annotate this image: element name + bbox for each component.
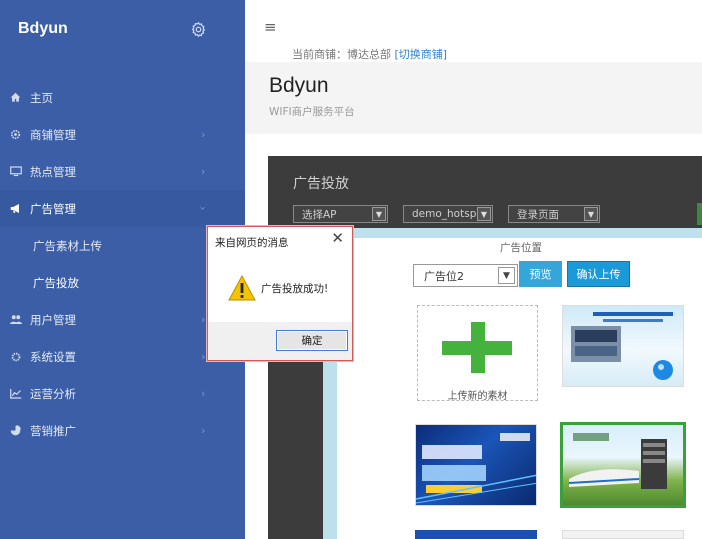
sidebar-item-label: 热点管理 (30, 164, 76, 179)
current-shop-label: 当前商铺：博达总部 (292, 48, 391, 61)
switch-shop-link[interactable]: [切换商铺] (395, 48, 448, 61)
page-header: Bdyun WIFI商户服务平台 (245, 62, 702, 134)
action-button-edge[interactable] (697, 203, 702, 225)
hamburger-menu-icon[interactable]: ≡ (264, 20, 277, 35)
dialog-message: 广告投放成功! (261, 283, 329, 295)
ad-position-select-value: 广告位2 (424, 269, 464, 283)
chevron-down-icon: ▼ (584, 207, 598, 221)
ad-position-select[interactable]: 广告位2 ▼ (413, 264, 518, 287)
ad-material-thumbnail[interactable] (415, 424, 537, 506)
ap-select[interactable]: 选择AP ▼ (293, 205, 388, 223)
sidebar-item-shop-management[interactable]: 商铺管理 › (0, 116, 245, 153)
confirm-upload-button[interactable]: 确认上传 (567, 261, 630, 287)
login-page-select[interactable]: 登录页面 ▼ (508, 205, 600, 223)
monitor-icon (9, 165, 22, 178)
chevron-right-icon: › (201, 128, 206, 141)
ap-select-value: 选择AP (302, 208, 337, 221)
chevron-down-icon: › (196, 206, 210, 211)
sidebar-item-label: 营销推广 (30, 423, 76, 438)
ad-position-label: 广告位置 (500, 242, 542, 254)
sidebar-subitem-label: 广告投放 (33, 275, 79, 290)
sidebar-subitem-label: 广告素材上传 (33, 238, 102, 253)
chevron-down-icon: ▼ (477, 207, 491, 221)
dialog-footer: 确定 (208, 322, 352, 360)
ad-material-thumbnail-selected[interactable] (560, 422, 686, 508)
sidebar-item-label: 广告管理 (30, 201, 76, 216)
gear-icon (9, 350, 22, 363)
chevron-right-icon: › (201, 424, 206, 437)
upload-new-material-label: 上传新的素材 (447, 391, 508, 401)
chevron-right-icon: › (201, 350, 206, 363)
home-icon (9, 91, 22, 104)
sidebar-item-ad-management[interactable]: 广告管理 › (0, 190, 245, 227)
settings-gear-icon[interactable] (190, 21, 207, 38)
sidebar-item-label: 用户管理 (30, 312, 76, 327)
preview-button[interactable]: 预览 (519, 261, 562, 287)
chevron-down-icon: ▼ (498, 267, 515, 284)
sidebar-item-hotspot-management[interactable]: 热点管理 › (0, 153, 245, 190)
sidebar-item-label: 系统设置 (30, 349, 76, 364)
dialog-title: 来自网页的消息 (215, 237, 289, 249)
page-title: Bdyun (269, 74, 329, 97)
chevron-right-icon: › (201, 313, 206, 326)
chart-icon (9, 387, 22, 400)
section-title: 广告投放 (293, 176, 349, 192)
brand-logo: Bdyun (18, 20, 68, 37)
sidebar-item-label: 运营分析 (30, 386, 76, 401)
top-bar: ≡ 当前商铺：博达总部 [切换商铺] (245, 0, 702, 62)
megaphone-icon (9, 202, 22, 215)
upload-new-material-tile[interactable]: 上传新的素材 (417, 305, 538, 401)
chevron-down-icon: ▼ (372, 207, 386, 221)
hotspot-select[interactable]: demo_hotspot ▼ (403, 205, 493, 223)
ad-material-thumbnail[interactable] (562, 305, 684, 387)
close-icon[interactable]: ✕ (331, 231, 344, 246)
pie-icon (9, 424, 22, 437)
page-subtitle: WIFI商户服务平台 (269, 106, 355, 118)
chevron-right-icon: › (201, 387, 206, 400)
sidebar-item-home[interactable]: 主页 (0, 79, 245, 116)
chevron-right-icon: › (201, 165, 206, 178)
sidebar-item-marketing[interactable]: 营销推广 › (0, 412, 245, 449)
ad-material-thumbnail[interactable] (415, 530, 537, 539)
current-shop: 当前商铺：博达总部 [切换商铺] (292, 46, 447, 62)
warning-icon (228, 275, 256, 301)
ad-material-thumbnail[interactable] (562, 530, 684, 539)
login-page-select-value: 登录页面 (517, 208, 559, 221)
sidebar-item-label: 主页 (30, 90, 53, 105)
ok-button[interactable]: 确定 (276, 330, 348, 351)
sidebar-item-operations-analysis[interactable]: 运营分析 › (0, 375, 245, 412)
hotspot-select-value: demo_hotspot (412, 208, 487, 220)
sidebar-item-label: 商铺管理 (30, 127, 76, 142)
alert-dialog: 来自网页的消息 ✕ 广告投放成功! 确定 (207, 226, 353, 361)
gear-icon (9, 128, 22, 141)
users-icon (9, 313, 22, 326)
